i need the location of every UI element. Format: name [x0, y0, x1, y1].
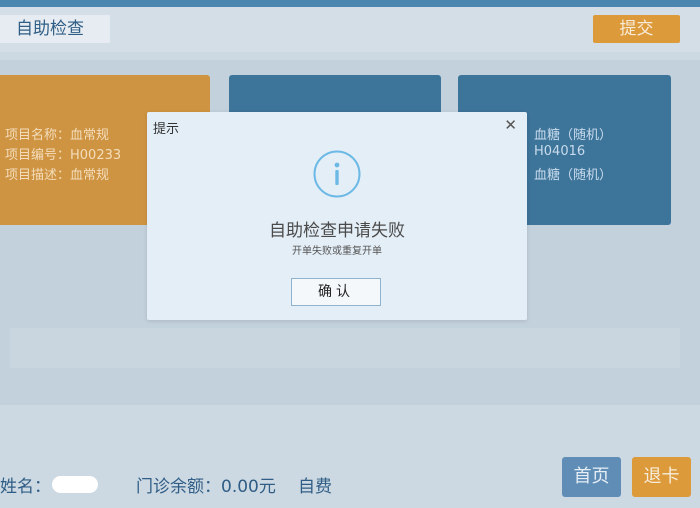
dialog-message: 自助检查申请失败	[269, 221, 405, 241]
card-project-code: H04016	[534, 144, 586, 159]
card-project-desc: 项目描述：血常规	[5, 168, 110, 183]
dialog-detail: 开单失败或重复开单	[292, 246, 382, 257]
top-accent-bar	[0, 0, 700, 7]
page-title: 自助检查	[0, 15, 110, 43]
footer: 姓名： 门诊余额：0.00元 自费 首页 退卡	[0, 405, 700, 508]
alert-dialog: 提示 ✕ 自助检查申请失败 开单失败或重复开单 确认	[147, 112, 527, 320]
card-project-code: 项目编号：H00233	[5, 148, 122, 163]
card-project-name: 项目名称：血常规	[5, 128, 110, 143]
card-project-name: 血糖（随机）	[534, 128, 613, 143]
logout-card-button[interactable]: 退卡	[632, 457, 691, 497]
info-icon	[313, 150, 361, 202]
home-button[interactable]: 首页	[562, 457, 621, 497]
outpatient-balance: 门诊余额：0.00元	[136, 477, 276, 497]
payment-type: 自费	[298, 477, 332, 497]
confirm-button[interactable]: 确认	[291, 278, 381, 306]
close-icon[interactable]: ✕	[504, 116, 517, 134]
list-row-strip	[10, 328, 680, 368]
card-project-desc: 血糖（随机）	[534, 168, 613, 183]
patient-name-redacted	[52, 476, 98, 493]
dialog-title: 提示	[153, 122, 180, 137]
header: 自助检查 提交	[0, 7, 700, 52]
patient-name-label: 姓名：	[0, 477, 51, 497]
submit-button[interactable]: 提交	[593, 15, 680, 43]
